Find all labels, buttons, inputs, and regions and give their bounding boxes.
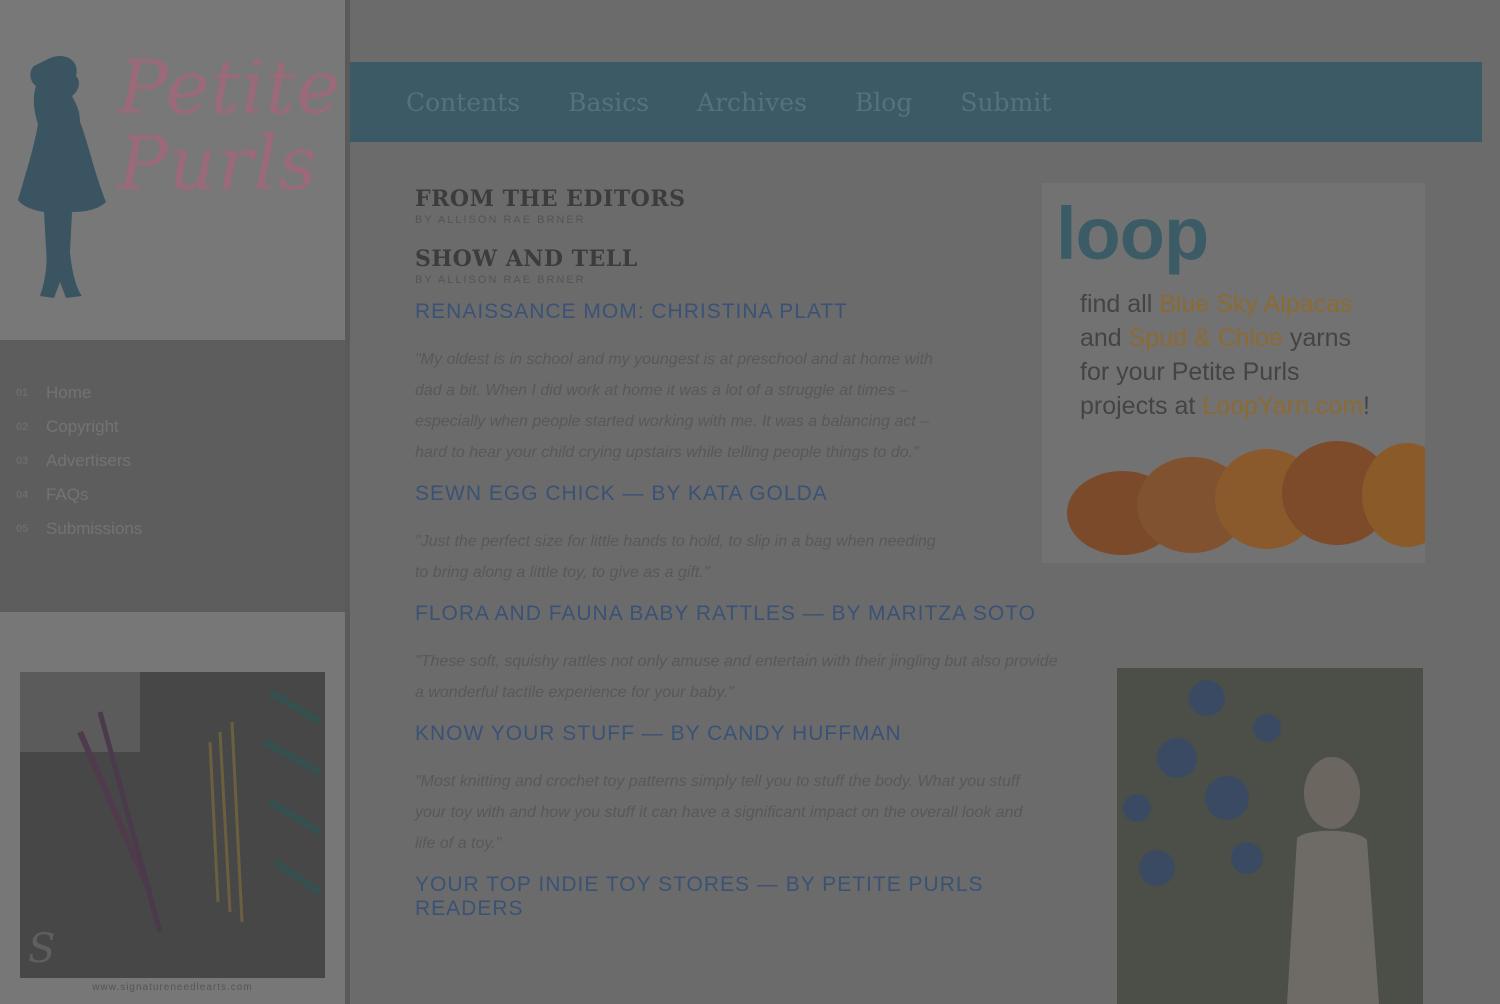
yarn-skeins-image (1067, 441, 1425, 555)
nav-basics-link[interactable]: Basics (568, 88, 649, 117)
article-link[interactable]: SEWN EGG CHICK — BY KATA GOLDA (415, 482, 1075, 506)
article-link[interactable]: KNOW YOUR STUFF — BY CANDY HUFFMAN (415, 722, 1075, 746)
article-quote: "My oldest is in school and my youngest … (415, 351, 933, 461)
nav-contents-link[interactable]: Contents (406, 88, 520, 117)
ad-text: ! (1363, 392, 1370, 420)
side-nav-item-submissions[interactable]: 05 Submissions (16, 512, 345, 546)
logo-area[interactable]: Petite Purls (0, 0, 345, 340)
side-nav-item-home[interactable]: 01 Home (16, 376, 345, 410)
main-content: FROM THE EDITORS BY ALLISON RAE BRNER SH… (415, 186, 1075, 941)
ad-text: find all (1080, 290, 1160, 318)
nav-label: FAQs (46, 485, 89, 504)
article-link[interactable]: FLORA AND FAUNA BABY RATTLES — BY MARITZ… (415, 602, 1075, 626)
sidebar: Petite Purls 01 Home 02 Copyright 03 Advert… (0, 0, 345, 1004)
section-byline: BY ALLISON RAE BRNER (415, 274, 586, 286)
ad-highlight: Spud & Chloe (1128, 324, 1283, 352)
article-quote: "Just the perfect size for little hands … (415, 533, 936, 581)
ad-text: yarns (1282, 324, 1352, 352)
ad-text: for your Petite Purls (1080, 358, 1300, 386)
article-link[interactable]: RENAISSANCE MOM: CHRISTINA PLATT (415, 300, 1075, 324)
column-divider (345, 0, 350, 1004)
nav-submit-link[interactable]: Submit (960, 88, 1051, 117)
nav-label: Home (46, 383, 92, 402)
side-nav-item-faqs[interactable]: 04 FAQs (16, 478, 345, 512)
ad-text: and (1080, 324, 1129, 352)
side-nav: 01 Home 02 Copyright 03 Advertisers 04 FAQs … (0, 340, 345, 546)
garden-photo-image (1117, 668, 1423, 1004)
ad-highlight: LoopYarn.com (1202, 392, 1364, 420)
nav-number: 01 (16, 387, 29, 399)
loop-logo: loop (1056, 192, 1209, 275)
svg-text:S: S (28, 926, 55, 972)
nav-label: Submissions (46, 519, 143, 538)
article-quote: "These soft, squishy rattles not only am… (415, 653, 1058, 701)
nav-archives-link[interactable]: Archives (697, 88, 807, 117)
girl-garden-photo[interactable] (1117, 668, 1423, 1004)
needles-ad-image[interactable]: S (20, 672, 325, 978)
nav-label: Advertisers (46, 451, 132, 470)
knitting-needles-image: S (20, 672, 325, 978)
top-nav-bar: Contents Basics Archives Blog Submit (350, 62, 1482, 142)
section-title[interactable]: SHOW AND TELL (415, 246, 1075, 272)
section-byline: BY ALLISON RAE BRNER (415, 214, 586, 226)
ad-highlight: Blue Sky Alpacas (1159, 290, 1353, 318)
top-nav: Contents Basics Archives Blog Submit (350, 62, 1482, 142)
loop-yarn-ad[interactable]: loop find all Blue Sky Alpacas and Spud … (1042, 183, 1425, 563)
side-nav-panel: 01 Home 02 Copyright 03 Advertisers 04 FAQs … (0, 340, 345, 612)
loop-ad-text: find all Blue Sky Alpacas and Spud & Chl… (1080, 287, 1410, 423)
girl-silhouette-icon (18, 56, 106, 298)
nav-number: 05 (16, 523, 29, 535)
ad-caption: www.signatureneedlearts.com (92, 982, 253, 993)
ad-text: projects at (1080, 392, 1203, 420)
nav-number: 03 (16, 455, 29, 467)
nav-blog-link[interactable]: Blog (855, 88, 912, 117)
side-nav-item-copyright[interactable]: 02 Copyright (16, 410, 345, 444)
section-title[interactable]: FROM THE EDITORS (415, 186, 1075, 212)
nav-number: 04 (16, 489, 29, 501)
site-logo-text: Petite Purls (118, 45, 342, 207)
article-link[interactable]: YOUR TOP INDIE TOY STORES — BY PETITE PU… (415, 873, 1075, 921)
article-quote: "Most knitting and crochet toy patterns … (415, 773, 1023, 852)
nav-label: Copyright (46, 417, 119, 436)
nav-number: 02 (16, 421, 29, 433)
side-nav-item-advertisers[interactable]: 03 Advertisers (16, 444, 345, 478)
